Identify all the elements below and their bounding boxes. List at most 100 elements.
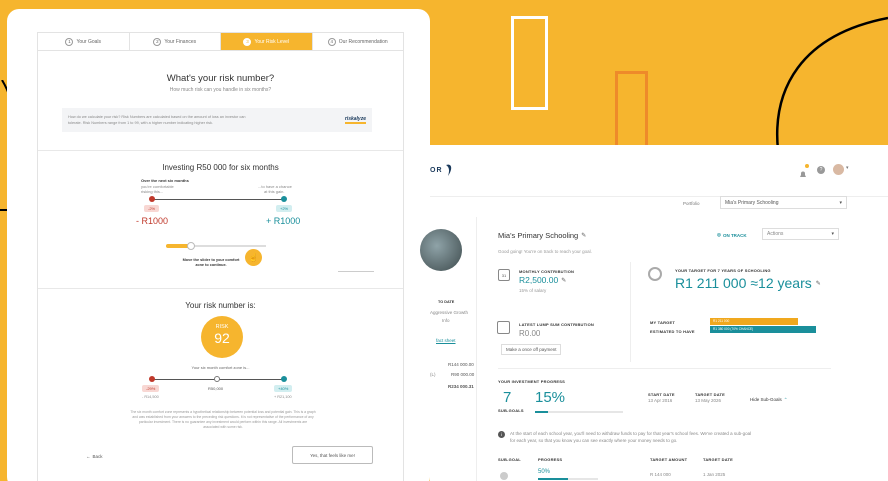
side-amount-2-label: (L)	[430, 372, 436, 377]
slider-handle[interactable]	[187, 242, 195, 250]
start-date-value: 13 Apr 2016	[648, 398, 673, 403]
target-date-value: 13 May 2026	[695, 398, 722, 403]
notice-line-1: At the start of each school year, you'll…	[510, 431, 752, 436]
pencil-icon[interactable]: ✎	[561, 277, 566, 284]
estimated-bar: R1 380 000 (70% CHANCE)	[710, 326, 816, 333]
row-progress-bar	[538, 478, 598, 480]
loss-pct-badge: -2%	[144, 205, 160, 212]
actions-dropdown[interactable]: Actions ▾	[762, 228, 839, 240]
step-label: Our Recommendation	[338, 38, 388, 45]
confirm-label: Yes, that feels like me!	[310, 452, 355, 458]
section-divider	[38, 150, 403, 151]
side-amount-3: R234 000.31	[448, 384, 474, 389]
side-info: Info	[442, 318, 450, 323]
confirm-button[interactable]: Yes, that feels like me!	[292, 446, 373, 464]
row-target-amount: R 144 000	[650, 472, 671, 477]
row-progress-pct: 50%	[538, 469, 551, 475]
step-number: 2	[153, 37, 162, 46]
help-icon[interactable]: ?	[817, 166, 825, 174]
notifications-icon[interactable]	[799, 164, 809, 177]
user-avatar[interactable]	[833, 164, 844, 175]
step-label: Your Finances	[164, 38, 197, 45]
start-date-label: START DATE	[648, 392, 675, 397]
fact-sheet-link[interactable]: fact sheet	[436, 338, 456, 343]
zone-high-marker	[281, 376, 287, 382]
zone-mid: R50,000	[208, 386, 224, 391]
lump-label: LATEST LUMP SUM CONTRIBUTION	[519, 322, 595, 327]
loss-amount: - R1000	[136, 216, 169, 226]
target-icon: ◎	[717, 232, 721, 237]
risk-number-badge: RISK 92	[201, 316, 243, 358]
col-target-amount: TARGET AMOUNT	[650, 457, 688, 462]
section-divider-2	[38, 288, 403, 289]
table-row[interactable]: 50% R 144 000 1 Jan 2025	[498, 469, 828, 481]
step-your-finances[interactable]: 2 Your Finances	[130, 33, 221, 50]
monthly-value-row: R2,500.00 ✎	[519, 275, 566, 285]
monthly-sub: 15% of salary	[519, 288, 547, 293]
portfolio-label: Portfolio	[683, 201, 700, 206]
subgoals-count: 7	[503, 389, 512, 406]
step-your-risk-level[interactable]: 3 Your Risk Level	[221, 33, 313, 50]
deco-orange-rect	[615, 71, 648, 153]
target-bar-label: R1 211 000	[713, 319, 730, 323]
chevron-down-icon: ▾	[839, 199, 842, 206]
chevron-up-icon: ⌃	[783, 397, 788, 402]
risk-question-subtitle: How much risk can you handle in six mont…	[169, 87, 272, 93]
pencil-icon[interactable]: ✎	[581, 232, 586, 239]
side-corner-line	[338, 271, 374, 272]
back-link[interactable]: ← Back	[86, 454, 103, 459]
gain-pct-badge: +2%	[276, 205, 293, 212]
pencil-icon[interactable]: ✎	[816, 280, 821, 287]
portfolio-select-value: Mia's Primary Schooling	[725, 199, 779, 206]
once-off-payment-button[interactable]: Make a once off payment	[501, 344, 562, 355]
over-next-label: Over the next six months	[141, 178, 189, 183]
hide-subgoals-toggle[interactable]: Hide Sub-Goals ⌃	[750, 397, 788, 403]
brand-logo-text: OR	[430, 166, 443, 174]
gain-amount: + R1000	[266, 216, 301, 226]
investment-progress-bar	[535, 411, 623, 413]
step-your-goals[interactable]: 1 Your Goals	[38, 33, 130, 50]
wizard-stepper: 1 Your Goals 2 Your Finances 3 Your Risk Le…	[38, 33, 403, 51]
row-target-date: 1 Jan 2025	[703, 472, 726, 477]
step-label: Your Risk Level	[254, 38, 290, 45]
progress-title: YOUR INVESTMENT PROGRESS	[498, 379, 566, 384]
chevron-down-icon: ▾	[831, 231, 834, 237]
monthly-value: R2,500.00	[519, 275, 559, 285]
col-subgoal: SUB-GOAL	[498, 457, 521, 462]
step-label: Your Goals	[76, 38, 102, 45]
chevron-down-icon[interactable]: ▾	[846, 165, 849, 171]
target-icon	[648, 267, 662, 281]
goal-dashboard: OR ? ▾ Portfolio Mia's Primary Schooling…	[420, 145, 888, 481]
lump-sum-icon	[497, 321, 510, 334]
hand-pointer-icon: ☝	[245, 249, 262, 266]
investment-progress-fill	[535, 411, 549, 413]
target-date-label: TARGET DATE	[695, 392, 726, 397]
target-years: ≈12 years	[750, 275, 812, 291]
zone-high-amt: + R21,100	[274, 395, 292, 399]
risk-info-box: How do we calculate your risk? Risk Numb…	[62, 108, 372, 132]
risk-slider[interactable]	[166, 242, 266, 250]
deco-tall-rect	[511, 16, 548, 110]
my-target-label: MY TARGET	[650, 320, 675, 325]
investing-title: Investing R50 000 for six months	[162, 163, 279, 172]
portfolio-select[interactable]: Mia's Primary Schooling ▾	[720, 196, 847, 209]
info-text-line-1: How do we calculate your risk? Risk Numb…	[68, 115, 246, 119]
comfortable-text-2: risking this...	[141, 189, 164, 194]
comfort-zone-label: Your six month comfort zone is...	[191, 365, 250, 370]
side-growth: Aggressive Growth	[430, 310, 469, 315]
goal-card: Mia's Primary Schooling ✎ ◎ ON TRACK Acti…	[485, 217, 840, 481]
actions-label: Actions	[767, 231, 784, 237]
calendar-icon: 31	[498, 269, 510, 281]
brand-logo: OR	[430, 163, 454, 177]
goal-title: Mia's Primary Schooling ✎	[498, 231, 586, 240]
risk-range-line	[151, 199, 283, 200]
step-our-recommendation[interactable]: 4 Our Recommendation	[313, 33, 404, 50]
zone-low-pct: -29%	[142, 385, 160, 392]
side-to-date: TO DATE	[438, 300, 455, 304]
goal-photo	[420, 229, 462, 271]
zone-low-amt: - R14,500	[142, 395, 159, 399]
brand-bird-icon	[445, 164, 451, 176]
risk-number-heading: Your risk number is:	[185, 301, 256, 310]
portfolio-sidebar: TO DATE Aggressive Growth Info fact shee…	[420, 217, 477, 481]
chance-text-2: at this gain.	[264, 189, 285, 194]
